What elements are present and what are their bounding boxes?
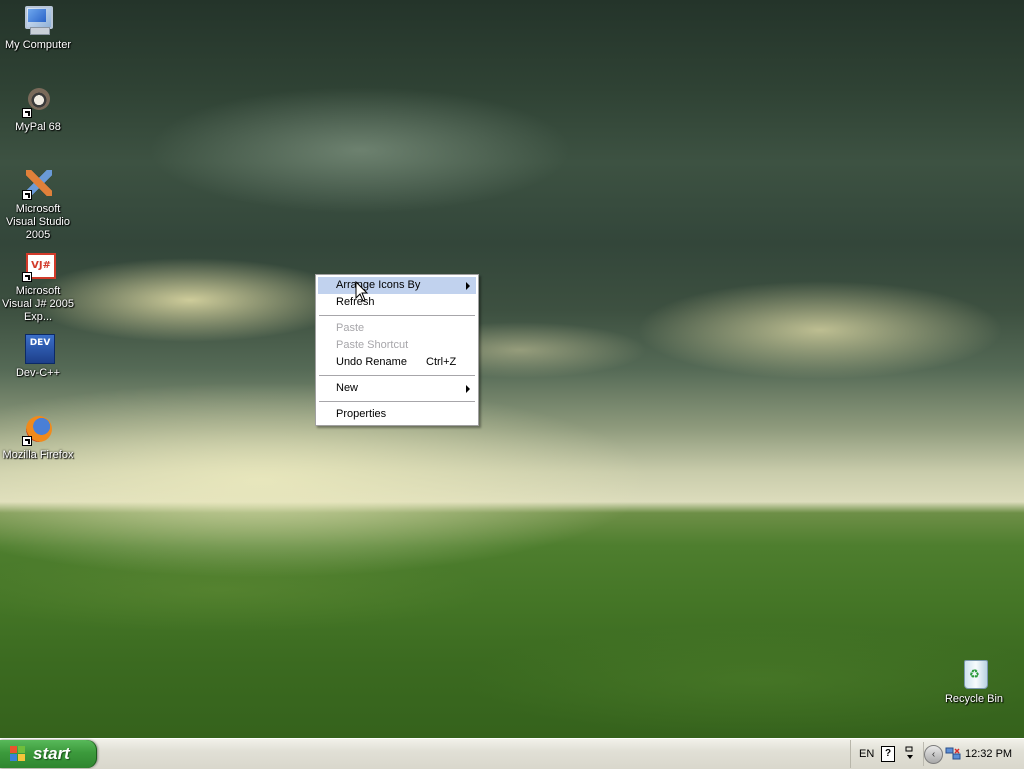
menu-item-label: New (336, 382, 359, 394)
input-options-icon[interactable] (905, 746, 915, 760)
desktop-icon-recycle-bin[interactable]: ♻ Recycle Bin (936, 658, 1012, 706)
menu-separator (319, 375, 475, 376)
desktop[interactable]: My Computer MyPal 68 Microsoft Visual St… (0, 0, 1024, 738)
desktop-icon-visual-studio[interactable]: Microsoft Visual Studio 2005 (0, 168, 76, 242)
menu-separator (319, 401, 475, 402)
submenu-arrow-icon (466, 385, 470, 393)
shortcut-arrow-icon (22, 436, 32, 446)
desktop-icon-label: MyPal 68 (15, 121, 61, 133)
desktop-context-menu: Arrange Icons By Refresh Paste Paste Sho… (315, 274, 479, 426)
taskbar: start EN ? ‹ 12:32 PM (0, 738, 1024, 769)
menu-item-paste-shortcut: Paste Shortcut (318, 337, 476, 354)
visual-jsharp-icon: VJ# (22, 250, 56, 282)
recycle-bin-icon: ♻ (958, 658, 990, 690)
network-icon[interactable] (945, 746, 961, 762)
menu-item-label: Properties (336, 408, 387, 420)
desktop-icon-visual-jsharp[interactable]: VJ# Microsoft Visual J# 2005 Exp... (0, 250, 76, 324)
menu-item-refresh[interactable]: Refresh (318, 294, 476, 311)
desktop-icon-label: Dev-C++ (15, 367, 61, 379)
help-icon[interactable]: ? (881, 746, 895, 762)
shortcut-arrow-icon (22, 190, 32, 200)
desktop-icon-dev-cpp[interactable]: DEV Dev-C++ (0, 332, 76, 380)
clock[interactable]: 12:32 PM (965, 748, 1012, 760)
menu-item-label: Paste Shortcut (336, 339, 409, 351)
shortcut-arrow-icon (22, 108, 32, 118)
system-tray: EN ? ‹ 12:32 PM (850, 740, 1024, 768)
desktop-icon-label: Recycle Bin (944, 693, 1004, 705)
my-computer-icon (22, 4, 54, 36)
desktop-icon-my-computer[interactable]: My Computer (0, 4, 76, 52)
shortcut-arrow-icon (22, 272, 32, 282)
menu-item-label: Paste (336, 322, 365, 334)
menu-item-new[interactable]: New (318, 380, 476, 397)
desktop-icon-label: Mozilla Firefox (2, 449, 74, 461)
menu-separator (319, 315, 475, 316)
menu-item-accelerator: Ctrl+Z (426, 356, 457, 368)
menu-item-label: Arrange Icons By (336, 279, 421, 291)
firefox-icon (22, 414, 54, 446)
windows-flag-icon (10, 746, 26, 762)
menu-item-properties[interactable]: Properties (318, 406, 476, 423)
menu-item-arrange-icons-by[interactable]: Arrange Icons By (318, 277, 476, 294)
start-label: start (33, 744, 70, 763)
desktop-icon-label: My Computer (4, 39, 72, 51)
desktop-icon-label: Microsoft Visual J# 2005 Exp... (2, 285, 74, 323)
visual-studio-icon (22, 168, 54, 200)
dev-cpp-icon: DEV (22, 332, 55, 364)
language-indicator[interactable]: EN (859, 748, 874, 760)
menu-item-label: Undo Rename (336, 356, 407, 368)
show-hidden-icons-chevron-icon[interactable]: ‹ (924, 745, 943, 764)
menu-item-undo-rename[interactable]: Undo Rename Ctrl+Z (318, 354, 476, 371)
submenu-arrow-icon (466, 282, 470, 290)
mypal-icon (22, 86, 54, 118)
desktop-icon-label: Microsoft Visual Studio 2005 (5, 203, 70, 241)
start-button[interactable]: start (0, 740, 97, 768)
desktop-icon-mypal[interactable]: MyPal 68 (0, 86, 76, 134)
menu-item-paste: Paste (318, 320, 476, 337)
wallpaper-hill (0, 510, 1024, 738)
desktop-icon-firefox[interactable]: Mozilla Firefox (0, 414, 76, 462)
mouse-cursor-icon (355, 281, 369, 302)
